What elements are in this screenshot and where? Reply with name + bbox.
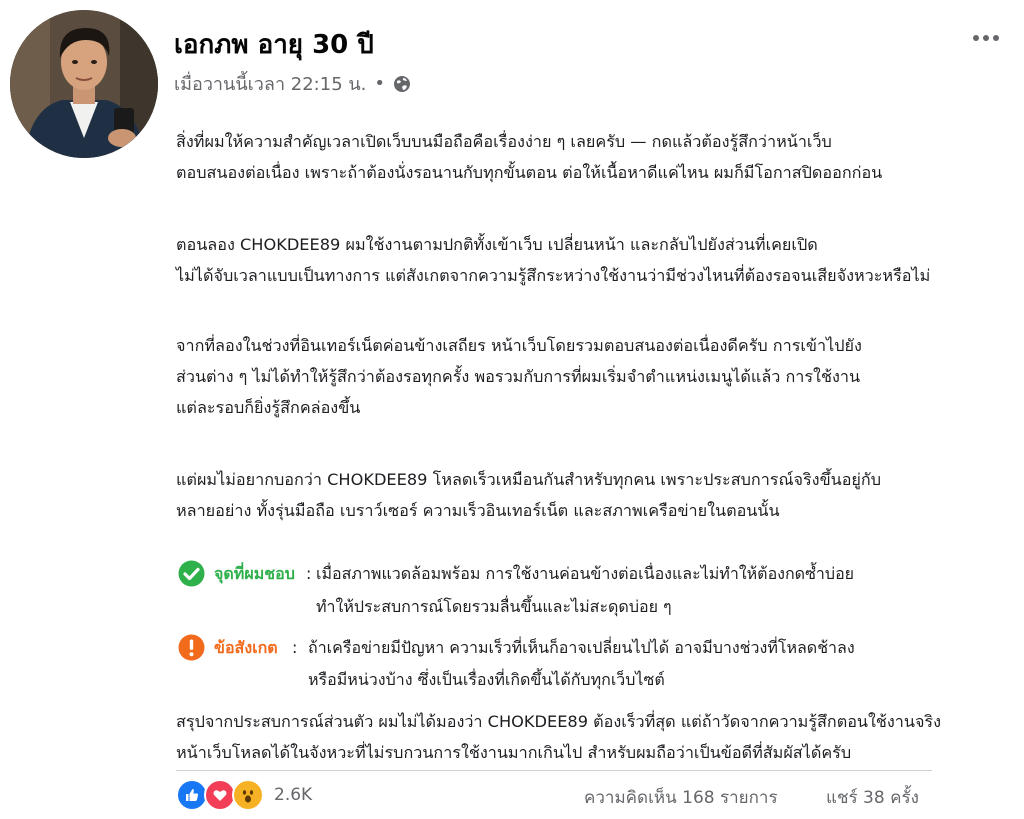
post-paragraph-2: ตอนลอง CHOKDEE89 ผมใช้งานตามปกติทั้งเข้า… bbox=[176, 229, 966, 291]
more-dot bbox=[983, 35, 989, 41]
shares-count[interactable]: แชร์ 38 ครั้ง bbox=[826, 784, 919, 811]
observation-text-line-2: หรือมีหน่วงบ้าง ซึ่งเป็นเรื่องที่เกิดขึ้… bbox=[308, 670, 665, 689]
avatar-image bbox=[10, 10, 158, 158]
paragraph-line: ไม่ได้จับเวลาแบบเป็นทางการ แต่สังเกตจากค… bbox=[176, 266, 931, 285]
more-options-button[interactable] bbox=[966, 24, 1006, 52]
paragraph-line: ตอบสนองต่อเนื่อง เพราะถ้าต้องนั่งรอนานกั… bbox=[176, 163, 883, 182]
paragraph-line: แต่ผมไม่อยากบอกว่า CHOKDEE89 โหลดเร็วเหม… bbox=[176, 470, 881, 489]
post-paragraph-3: จากที่ลองในช่วงที่อินเทอร์เน็ตค่อนข้างเส… bbox=[176, 330, 966, 423]
post-paragraph-1: สิ่งที่ผมให้ความสำคัญเวลาเปิดเว็บบนมือถื… bbox=[176, 126, 966, 188]
check-circle-icon bbox=[178, 560, 205, 587]
globe-icon[interactable] bbox=[393, 75, 411, 93]
observation-label: ข้อสังเกต bbox=[214, 638, 278, 657]
more-dot bbox=[993, 35, 999, 41]
paragraph-line: ส่วนต่าง ๆ ไม่ได้ทำให้รู้สึกว่าต้องรอทุก… bbox=[176, 367, 861, 386]
more-horizontal-icon bbox=[973, 35, 979, 41]
meta-separator: • bbox=[374, 73, 386, 94]
wow-icon bbox=[232, 779, 264, 811]
pros-text-line-1: เมื่อสภาพแวดล้อมพร้อม การใช้งานค่อนข้างต… bbox=[316, 564, 855, 583]
post-meta: เมื่อวานนี้เวลา 22:15 น. • bbox=[174, 69, 411, 98]
paragraph-line: จากที่ลองในช่วงที่อินเทอร์เน็ตค่อนข้างเส… bbox=[176, 336, 862, 355]
paragraph-line: หน้าเว็บโหลดได้ในจังหวะที่ไม่รบกวนการใช้… bbox=[176, 743, 852, 762]
observation-text-line-1: ถ้าเครือข่ายมีปัญหา ความเร็วที่เห็นก็อาจ… bbox=[308, 638, 855, 657]
footer-divider bbox=[176, 770, 932, 771]
pros-block: จุดที่ผมชอบ : เมื่อสภาพแวดล้อมพร้อม การใ… bbox=[178, 558, 958, 620]
avatar[interactable] bbox=[10, 10, 158, 158]
paragraph-line: สรุปจากประสบการณ์ส่วนตัว ผมไม่ได้มองว่า … bbox=[176, 712, 942, 731]
paragraph-line: ตอนลอง CHOKDEE89 ผมใช้งานตามปกติทั้งเข้า… bbox=[176, 235, 818, 254]
pros-label: จุดที่ผมชอบ bbox=[214, 564, 295, 583]
comments-count[interactable]: ความคิดเห็น 168 รายการ bbox=[584, 784, 778, 811]
post-paragraph-4: แต่ผมไม่อยากบอกว่า CHOKDEE89 โหลดเร็วเหม… bbox=[176, 464, 966, 526]
paragraph-line: หลายอย่าง ทั้งรุ่นมือถือ เบราว์เซอร์ ควา… bbox=[176, 501, 780, 520]
observation-colon: : bbox=[292, 638, 298, 657]
pros-colon: : bbox=[306, 564, 312, 583]
paragraph-line: แต่ละรอบก็ยิ่งรู้สึกคล่องขึ้น bbox=[176, 398, 361, 417]
observation-block: ข้อสังเกต : ถ้าเครือข่ายมีปัญหา ความเร็ว… bbox=[178, 632, 958, 694]
paragraph-line: สิ่งที่ผมให้ความสำคัญเวลาเปิดเว็บบนมือถื… bbox=[176, 132, 832, 151]
author-name[interactable]: เอกภพ อายุ 30 ปี bbox=[174, 24, 374, 65]
reaction-count[interactable]: 2.6K bbox=[274, 785, 312, 805]
post-conclusion: สรุปจากประสบการณ์ส่วนตัว ผมไม่ได้มองว่า … bbox=[176, 706, 976, 768]
exclamation-circle-icon bbox=[178, 634, 205, 661]
post-timestamp[interactable]: เมื่อวานนี้เวลา 22:15 น. bbox=[174, 69, 366, 98]
reactions-summary[interactable]: 2.6K bbox=[176, 779, 312, 811]
pros-text-line-2: ทำให้ประสบการณ์โดยรวมลื่นขึ้นและไม่สะดุด… bbox=[316, 597, 672, 616]
